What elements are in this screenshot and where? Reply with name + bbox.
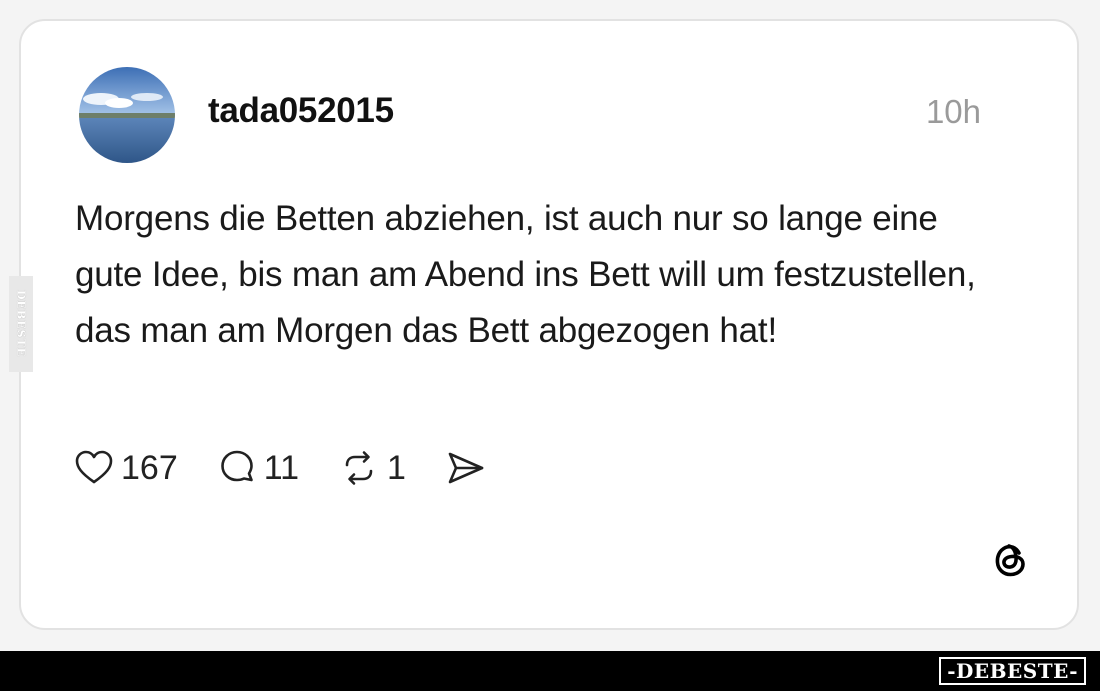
side-watermark: DEBESTE bbox=[9, 276, 33, 372]
repost-icon bbox=[345, 451, 373, 485]
reply-count: 11 bbox=[263, 448, 300, 487]
repost-count: 1 bbox=[387, 448, 406, 487]
side-watermark-text: DEBESTE bbox=[14, 290, 28, 358]
page: tada052015 10h Morgens die Betten abzieh… bbox=[0, 0, 1100, 691]
landscape-avatar-image bbox=[79, 67, 175, 163]
share-button[interactable] bbox=[446, 450, 486, 486]
post-actions: 167 11 1 bbox=[75, 446, 526, 490]
bottom-bar: -DEBESTE- bbox=[0, 651, 1100, 691]
post-text: Morgens die Betten abziehen, ist auch nu… bbox=[75, 199, 976, 350]
bottom-watermark: -DEBESTE- bbox=[939, 657, 1086, 685]
threads-logo-icon bbox=[989, 538, 1033, 582]
repost-button[interactable]: 1 bbox=[339, 449, 406, 488]
user-avatar[interactable] bbox=[79, 67, 175, 163]
like-button[interactable]: 167 bbox=[75, 449, 178, 488]
post-timestamp: 10h bbox=[925, 93, 981, 130]
username[interactable]: tada052015 bbox=[208, 91, 394, 131]
heart-icon bbox=[75, 450, 113, 484]
send-icon bbox=[448, 452, 484, 484]
comment-icon bbox=[220, 450, 253, 482]
post-card: tada052015 10h Morgens die Betten abzieh… bbox=[19, 19, 1079, 630]
reply-button[interactable]: 11 bbox=[218, 449, 299, 488]
like-count: 167 bbox=[121, 448, 178, 487]
